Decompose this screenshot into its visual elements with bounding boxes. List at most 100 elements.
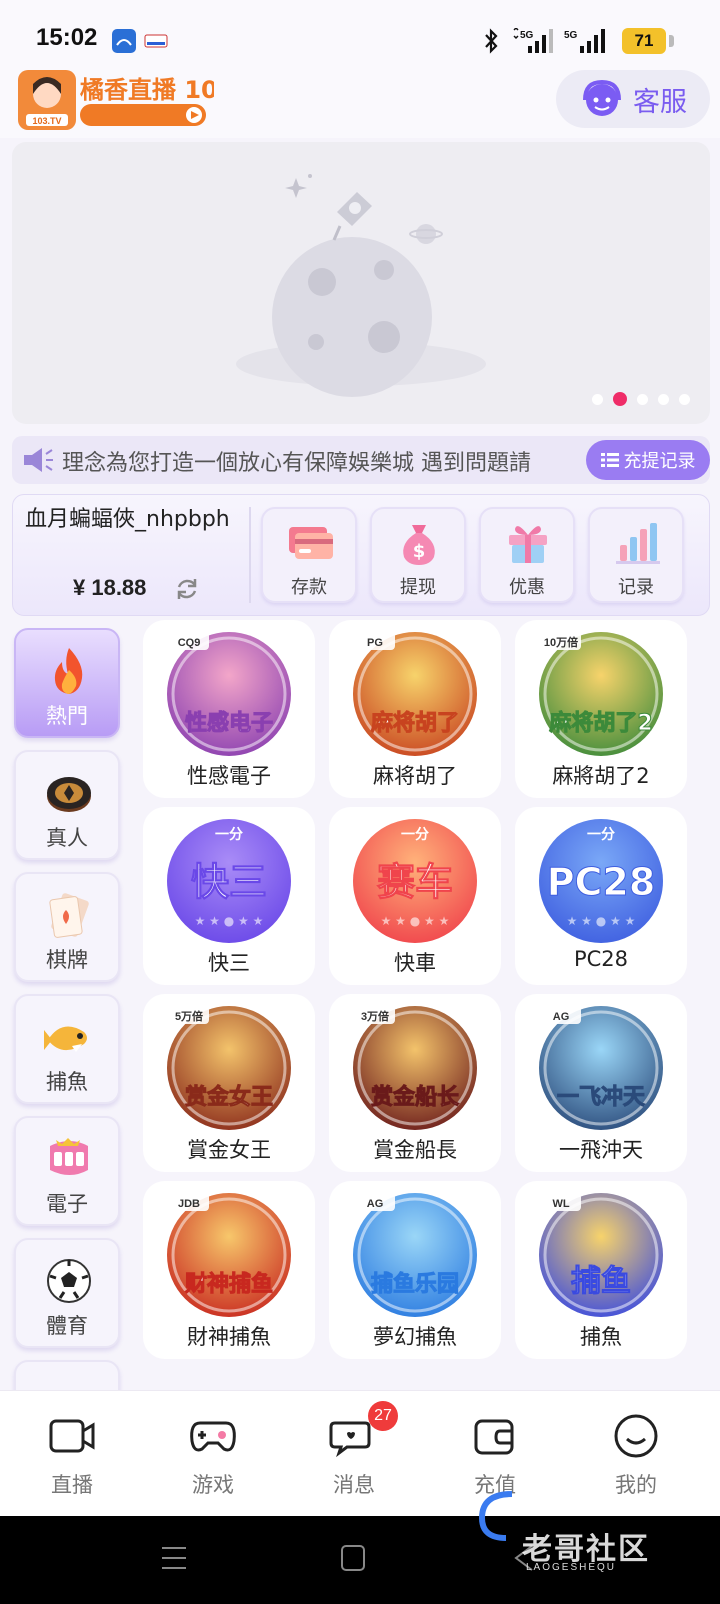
- carousel-dot[interactable]: [658, 393, 669, 405]
- wallet-icon: [474, 1419, 514, 1455]
- category-label: 電子: [46, 1192, 88, 1216]
- fish-icon: [44, 1026, 87, 1052]
- game-tag: 一分: [587, 826, 615, 842]
- game-tile[interactable]: 5万倍 赏金女王 賞金女王: [143, 994, 315, 1172]
- megaphone-icon: [24, 448, 53, 472]
- bottom-tab-bar: 直播 游戏 27 消息 充值 我的: [0, 1390, 720, 1516]
- tab-messages[interactable]: 27 消息: [282, 1391, 426, 1517]
- category-live[interactable]: 真人: [14, 750, 120, 860]
- deposit-button[interactable]: 存款: [261, 507, 357, 603]
- game-tile[interactable]: JDB 财神捕鱼 財神捕魚: [143, 1181, 315, 1359]
- carousel-dot[interactable]: [613, 392, 627, 406]
- poker-chip-icon: [47, 777, 91, 812]
- game-art-title: 捕鱼: [571, 1264, 631, 1299]
- game-tag: CQ9: [178, 637, 201, 649]
- category-fishing[interactable]: 捕魚: [14, 994, 120, 1104]
- tab-games[interactable]: 游戏: [141, 1391, 285, 1517]
- game-name: 性感電子: [187, 764, 271, 788]
- game-name: 一飛沖天: [559, 1138, 643, 1162]
- game-art-title: 财神捕鱼: [185, 1271, 273, 1297]
- deposit-label: 存款: [291, 577, 327, 598]
- game-name: 麻將胡了2: [552, 764, 650, 788]
- tab-profile[interactable]: 我的: [564, 1391, 708, 1517]
- carousel-dot[interactable]: [637, 393, 648, 405]
- status-bar: 15:02 5G 5G 71: [0, 0, 720, 66]
- game-tag: 一分: [215, 826, 243, 842]
- list-icon: [600, 453, 619, 467]
- game-tag: AG: [367, 1198, 384, 1210]
- game-tile[interactable]: AG 捕鱼乐园 夢幻捕魚: [329, 1181, 501, 1359]
- empty-banner-moon-illustration: [236, 174, 486, 397]
- game-tile[interactable]: CQ9 性感电子 性感電子: [143, 620, 315, 798]
- promotions-button[interactable]: 优惠: [479, 507, 575, 603]
- game-tile[interactable]: PG 麻将胡了 麻将胡了: [329, 620, 501, 798]
- signal-5g-icon-2: 5G: [564, 29, 605, 53]
- game-tag: 一分: [401, 826, 429, 842]
- game-thumbnail-image: 一分 快三 ★ ★ ● ★ ★: [167, 819, 291, 943]
- records-button[interactable]: 记录: [588, 507, 684, 603]
- game-tile[interactable]: 一分 赛车 ★ ★ ● ★ ★ 快車: [329, 807, 501, 985]
- announcement-bar[interactable]: 理念為您打造一個放心有保障娛樂城 遇到問題請 充提记录: [12, 436, 710, 484]
- customer-service-button[interactable]: 客服: [556, 70, 710, 128]
- game-tile[interactable]: 一分 快三 ★ ★ ● ★ ★ 快三: [143, 807, 315, 985]
- game-thumbnail-image: 3万倍 赏金船长: [353, 1006, 477, 1130]
- money-bag-icon: $: [403, 525, 435, 565]
- fire-icon: [54, 648, 83, 694]
- game-name: 夢幻捕魚: [373, 1325, 457, 1349]
- game-thumbnail-image: JDB 财神捕鱼: [167, 1193, 291, 1317]
- game-name: PC28: [573, 947, 629, 971]
- promo-banner[interactable]: [12, 142, 710, 424]
- game-thumbnail-image: AG 一飞冲天: [539, 1006, 663, 1130]
- game-name: 麻将胡了: [373, 764, 457, 788]
- deposit-withdraw-records-button[interactable]: 充提记录: [586, 440, 710, 480]
- game-thumbnail-image: AG 捕鱼乐园: [353, 1193, 477, 1317]
- game-art-title: 一飞冲天: [557, 1085, 646, 1110]
- customer-service-label: 客服: [633, 86, 687, 117]
- category-hot[interactable]: 熱門: [14, 628, 120, 738]
- game-tile[interactable]: AG 一飞冲天 一飛沖天: [515, 994, 687, 1172]
- game-name: 捕魚: [580, 1325, 622, 1349]
- game-name: 財神捕魚: [187, 1325, 271, 1349]
- game-art-title: 赏金女王: [185, 1084, 273, 1110]
- slot-machine-icon: [50, 1138, 88, 1175]
- battery-icon: 71: [622, 28, 674, 54]
- tab-label: 游戏: [192, 1473, 234, 1497]
- game-thumbnail-image: 一分 赛车 ★ ★ ● ★ ★: [353, 819, 477, 943]
- game-thumbnail-image: CQ9 性感电子: [167, 632, 291, 756]
- menu-icon[interactable]: [160, 1544, 188, 1572]
- game-tile[interactable]: 10万倍 麻将胡了2 麻將胡了2: [515, 620, 687, 798]
- logo-text: 橘香直播 103.tv: [80, 76, 214, 104]
- game-tile[interactable]: 一分 PC28 ★ ★ ● ★ ★ PC28: [515, 807, 687, 985]
- signal-label-1: 5G: [520, 30, 534, 41]
- refresh-icon[interactable]: [173, 575, 201, 603]
- game-tag: JDB: [178, 1198, 200, 1210]
- carousel-dot[interactable]: [592, 393, 603, 405]
- home-icon[interactable]: [340, 1544, 366, 1572]
- game-name: 賞金船長: [373, 1138, 457, 1162]
- game-art-title: PC28: [547, 860, 656, 904]
- game-art-title: 性感电子: [185, 710, 273, 736]
- balance-amount: ¥ 18.88: [73, 575, 147, 600]
- game-tag: PG: [367, 637, 383, 649]
- gamepad-icon: [190, 1421, 236, 1452]
- game-tile[interactable]: 3万倍 赏金船长 賞金船長: [329, 994, 501, 1172]
- game-tag: 10万倍: [544, 635, 578, 649]
- bar-chart-icon: [616, 523, 660, 564]
- records-label: 充提记录: [623, 451, 696, 472]
- tab-label: 我的: [615, 1473, 657, 1497]
- withdraw-button[interactable]: $ 提现: [370, 507, 466, 603]
- game-tag: WL: [552, 1198, 569, 1210]
- tab-live[interactable]: 直播: [0, 1391, 144, 1517]
- divider: [249, 507, 251, 603]
- game-tile[interactable]: WL 捕鱼 捕魚: [515, 1181, 687, 1359]
- tab-label: 直播: [51, 1473, 93, 1497]
- category-board[interactable]: 棋牌: [14, 872, 120, 982]
- carousel-dot[interactable]: [679, 393, 690, 405]
- game-thumbnail-image: PG 麻将胡了: [353, 632, 477, 756]
- app-logo[interactable]: 103.TV 橘香直播 103.tv: [18, 70, 214, 130]
- category-label: 體育: [46, 1314, 88, 1338]
- wallet-panel: 血月蝙蝠俠_nhpbph ¥ 18.88 存款 $ 提现 优惠 记录: [12, 494, 710, 616]
- category-slots[interactable]: 電子: [14, 1116, 120, 1226]
- category-sports[interactable]: 體育: [14, 1238, 120, 1348]
- tab-label: 消息: [333, 1473, 375, 1497]
